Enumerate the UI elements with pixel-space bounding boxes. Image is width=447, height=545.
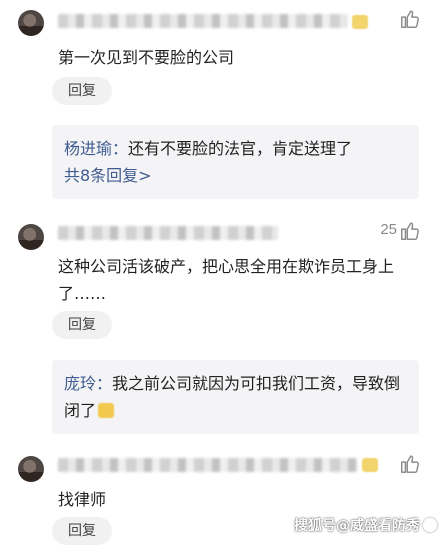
emoji-icon: [362, 458, 378, 472]
sub-reply-box[interactable]: 庞玲：我之前公司就因为可扣我们工资，导致倒闭了: [52, 360, 419, 434]
reply-button[interactable]: 回复: [52, 77, 112, 105]
emoji-icon: [98, 403, 115, 418]
username-blurred[interactable]: [58, 458, 358, 472]
reply-button[interactable]: 回复: [52, 311, 112, 339]
thumbs-up-icon[interactable]: [399, 8, 421, 30]
username-blurred[interactable]: [58, 14, 348, 28]
avatar[interactable]: [18, 456, 44, 482]
sub-reply-author[interactable]: 庞玲：: [64, 374, 112, 393]
thumbs-up-icon[interactable]: [399, 453, 421, 475]
watermark-logo-icon: [423, 518, 437, 532]
emoji-icon: [352, 15, 368, 29]
username-blurred[interactable]: [58, 226, 278, 240]
like-count: 25: [380, 221, 397, 238]
sub-reply-author[interactable]: 杨进瑜：: [64, 139, 128, 158]
sub-reply-text: 还有不要脸的法官，肯定送理了: [128, 139, 353, 158]
more-replies-link[interactable]: 共8条回复>: [64, 162, 407, 189]
sub-reply-box[interactable]: 杨进瑜：还有不要脸的法官，肯定送理了 共8条回复>: [52, 125, 419, 199]
comment-text: 找律师: [58, 490, 107, 509]
avatar[interactable]: [18, 10, 44, 36]
comment-text: 第一次见到不要脸的公司: [58, 48, 235, 67]
watermark: 搜狐号@威盛看防秀: [294, 515, 437, 535]
watermark-text: 搜狐号@威盛看防秀: [294, 518, 420, 534]
thumbs-up-icon[interactable]: [399, 220, 421, 242]
sub-reply-text: 我之前公司就因为可扣我们工资，导致倒闭了: [64, 374, 401, 420]
reply-button[interactable]: 回复: [52, 517, 112, 545]
avatar[interactable]: [18, 224, 44, 250]
comment-text: 这种公司活该破产，把心思全用在欺诈员工身上了……: [58, 257, 395, 303]
